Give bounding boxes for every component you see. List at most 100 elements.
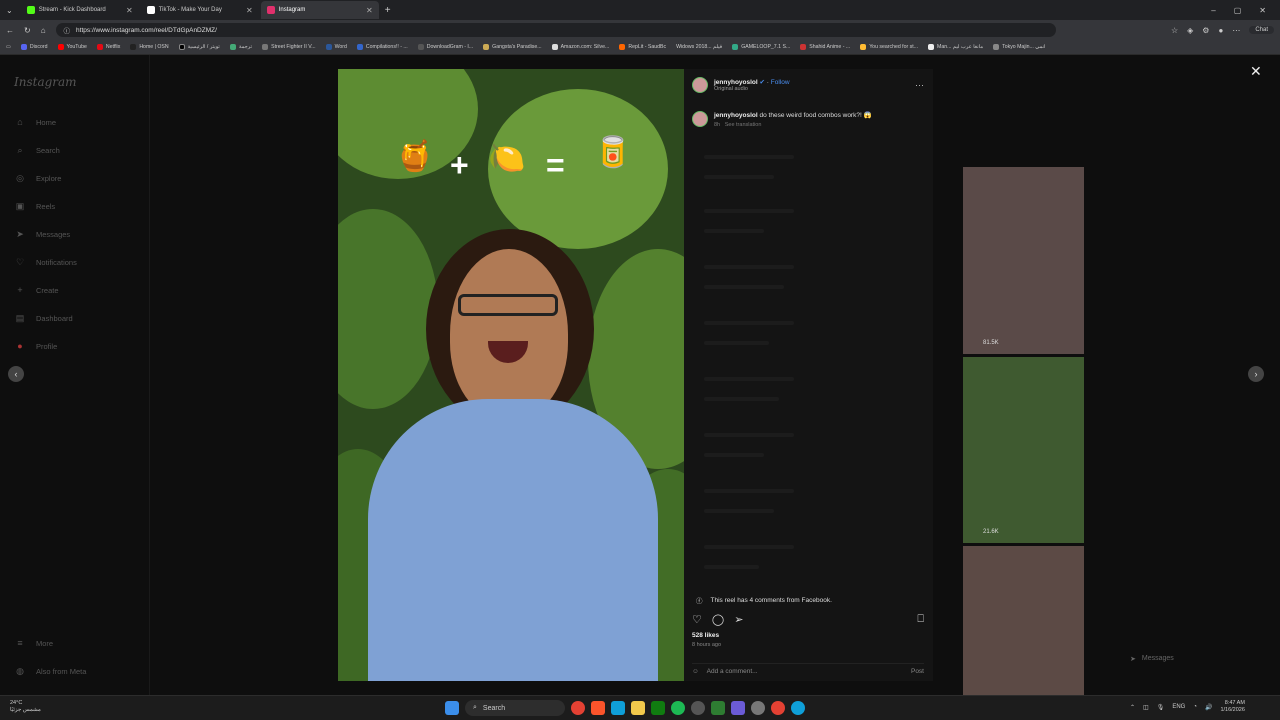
spotify-icon[interactable] [671, 701, 685, 715]
sidebar-item-meta[interactable]: ◍ Also from Meta [14, 666, 86, 677]
app-icon[interactable] [731, 701, 745, 715]
profile-icon[interactable]: ● [1218, 26, 1223, 35]
url-field[interactable]: ⓘ https://www.instagram.com/reel/DTdGpAn… [55, 23, 1056, 37]
bookmark[interactable]: Discord [20, 44, 48, 50]
bookmark[interactable]: Gangsta's Paradise... [483, 44, 542, 50]
close-window-icon[interactable]: ✕ [1259, 6, 1266, 15]
xbox-icon[interactable] [651, 701, 665, 715]
new-tab-icon[interactable]: + [379, 5, 397, 16]
sidebar-item-messages[interactable]: ➤ Messages [14, 229, 70, 240]
taskbar-search[interactable]: ⌕ Search [465, 700, 565, 716]
close-tab-icon[interactable]: ✕ [246, 6, 253, 15]
bookmark[interactable]: YouTube [57, 44, 87, 50]
bookmark[interactable]: Street Fighter II V... [262, 44, 316, 50]
emoji-icon[interactable]: ☺ [692, 668, 699, 675]
bookmark[interactable]: Man... مانغا عرب ليم [928, 44, 983, 50]
post-comment-button[interactable]: Post [911, 668, 924, 675]
next-post-button[interactable]: › [1248, 366, 1264, 382]
messages-pill[interactable]: ➤ Messages [1130, 655, 1174, 663]
sidebar-item-dashboard[interactable]: ▤ Dashboard [14, 313, 73, 324]
bookmark[interactable]: Home | OSN [130, 44, 169, 50]
sidebar-item-notifications[interactable]: ♡ Notifications [14, 257, 77, 268]
close-tab-icon[interactable]: ✕ [366, 6, 373, 15]
sidebar-item-reels[interactable]: ▣ Reels [14, 201, 55, 212]
bookmark-icon[interactable]: ⎕ [917, 613, 924, 626]
username-link[interactable]: jennyhoyoslol [714, 79, 758, 86]
sidebar-item-home[interactable]: ⌂ Home [14, 117, 56, 127]
star-icon[interactable]: ☆ [1171, 26, 1178, 35]
sidebar-item-search[interactable]: ⌕ Search [14, 145, 59, 156]
tab-tiktok[interactable]: TikTok - Make Your Day ✕ [141, 1, 259, 19]
file-explorer-icon[interactable] [631, 701, 645, 715]
sidebar-item-more[interactable]: ≡ More [14, 638, 53, 648]
chrome-icon[interactable] [771, 701, 785, 715]
bookmark[interactable]: Tokyo Majin... انمي [993, 44, 1046, 50]
bookmark[interactable]: RepLit - SaudBc [619, 44, 666, 50]
bookmark[interactable]: Amazon.com: Silve... [551, 44, 609, 50]
tab-list-icon[interactable]: ⌄ [0, 6, 19, 15]
maximize-icon[interactable]: ▢ [1234, 6, 1242, 15]
close-modal-icon[interactable]: ✕ [1250, 63, 1262, 80]
follow-button[interactable]: Follow [771, 79, 790, 86]
volume-icon[interactable]: 🔊 [1205, 704, 1212, 711]
comment-input[interactable]: Add a comment... [707, 668, 758, 675]
clock[interactable]: 8:47 AM 1/16/2026 [1220, 700, 1244, 714]
comment-icon[interactable]: ◯ [712, 613, 724, 626]
chevron-up-icon[interactable]: ⌃ [1130, 704, 1135, 711]
close-tab-icon[interactable]: ✕ [126, 6, 133, 15]
bookmark[interactable]: Shahid Anime - ... [800, 44, 850, 50]
previous-post-button[interactable]: ‹ [8, 366, 24, 382]
sidebar-item-create[interactable]: + Create [14, 285, 58, 295]
tab-instagram[interactable]: Instagram ✕ [260, 1, 379, 19]
reel-thumbnail[interactable]: 81.5K [963, 167, 1084, 354]
bookmark[interactable]: Netflix [96, 44, 120, 50]
network-icon[interactable]: ◫ [1143, 704, 1149, 711]
app-icon[interactable] [751, 701, 765, 715]
sidebar-item-explore[interactable]: ◎ Explore [14, 173, 61, 184]
reel-video[interactable]: 🍯 + 🍋 = 🥫 [338, 69, 684, 681]
audio-link[interactable]: Original audio [714, 86, 790, 92]
likes-count[interactable]: 528 likes [692, 632, 719, 639]
back-icon[interactable]: ← [6, 26, 14, 35]
more-options-icon[interactable]: ··· [915, 80, 924, 90]
username-link[interactable]: jennyhoyoslol [714, 112, 758, 119]
bookmark[interactable]: ترجمة [229, 44, 252, 50]
home-icon[interactable]: ⌂ [41, 26, 46, 35]
chrome-icon[interactable] [571, 701, 585, 715]
share-icon[interactable]: ➢ [734, 613, 743, 626]
instagram-logo[interactable]: Instagram [14, 75, 77, 89]
steam-icon[interactable] [691, 701, 705, 715]
bookmark[interactable]: Word [325, 44, 347, 50]
see-translation-link[interactable]: See translation [725, 122, 762, 128]
sidebar-item-profile[interactable]: ● Profile [14, 341, 57, 351]
bookmark[interactable]: Widows 2018... فيلم [676, 44, 722, 50]
windows-start-icon[interactable] [445, 701, 459, 715]
bookmarks-menu-icon[interactable]: ▭ [6, 44, 11, 50]
menu-icon[interactable]: ⋯ [1232, 26, 1240, 35]
bookmark[interactable]: تويتر / الرئيسية [178, 44, 220, 50]
language-indicator[interactable]: ENG [1172, 704, 1185, 710]
avatar[interactable] [692, 77, 708, 93]
site-info-icon[interactable]: ⓘ [64, 25, 71, 35]
tab-kick[interactable]: Stream - Kick Dashboard ✕ [21, 1, 139, 19]
wifi-icon[interactable]: ◔ [1193, 704, 1197, 710]
minimize-icon[interactable]: – [1211, 6, 1215, 15]
weather-widget[interactable]: 24°C مشمس جزئيًا [10, 700, 41, 714]
reel-thumbnail[interactable] [963, 546, 1084, 695]
chat-button[interactable]: Chat [1249, 26, 1274, 34]
extension-icon[interactable]: ◈ [1187, 26, 1193, 35]
reload-icon[interactable]: ↻ [24, 26, 31, 35]
edge-icon[interactable] [791, 701, 805, 715]
bookmark[interactable]: You searched for st... [860, 44, 918, 50]
mic-icon[interactable]: 🎙 [1157, 704, 1165, 711]
avatar[interactable] [692, 111, 708, 127]
extensions-icon[interactable]: ⚙ [1202, 26, 1209, 35]
like-heart-icon[interactable]: ♡ [692, 613, 702, 626]
edge-icon[interactable] [611, 701, 625, 715]
reel-thumbnail[interactable]: 21.6K [963, 357, 1084, 543]
bookmark[interactable]: Compilations!! - ... [356, 44, 408, 50]
brave-icon[interactable] [591, 701, 605, 715]
app-icon[interactable] [711, 701, 725, 715]
bookmark[interactable]: DownloadGram - I... [417, 44, 473, 50]
bookmark[interactable]: GAMELOOP_7.1 S... [732, 44, 790, 50]
